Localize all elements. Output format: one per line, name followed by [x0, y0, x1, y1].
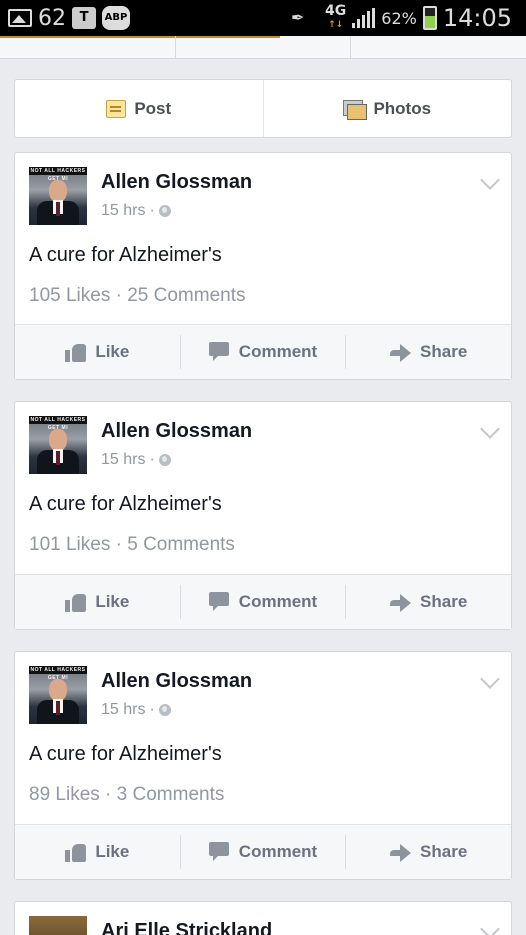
comment-icon [208, 342, 231, 362]
author-name[interactable]: Allen Glossman [101, 420, 252, 443]
avatar[interactable]: NOT ALL HACKERS GET MI [29, 416, 87, 474]
composer: Post Photos [14, 79, 512, 138]
post-actions: Like Comment Share [15, 824, 511, 879]
share-icon [390, 843, 412, 862]
network-4g-icon: 4G ↑↓ [325, 3, 347, 30]
post-meta: 15 hrs · [101, 451, 171, 469]
share-icon [390, 593, 412, 612]
author-name[interactable]: Ari Elle Strickland [101, 920, 272, 935]
share-button[interactable]: Share [346, 825, 511, 879]
comment-label: Comment [238, 342, 318, 361]
avatar[interactable] [29, 916, 87, 935]
comment-button[interactable]: Comment [181, 575, 346, 629]
tab-divider [175, 36, 176, 58]
signal-icon [352, 8, 376, 28]
chevron-down-icon[interactable] [480, 669, 500, 689]
comment-label: Comment [238, 592, 318, 611]
gallery-icon [8, 9, 32, 27]
status-note-icon [106, 99, 127, 118]
meta-separator: · [149, 451, 155, 468]
photos-icon [343, 99, 368, 120]
avatar[interactable]: NOT ALL HACKERS GET MI [29, 167, 87, 225]
share-label: Share [420, 842, 468, 861]
like-button[interactable]: Like [15, 575, 180, 629]
avatar-banner: NOT ALL HACKERS GET MI [29, 666, 87, 681]
post-meta: 15 hrs · [101, 202, 171, 220]
tab-indicator [0, 36, 280, 38]
like-icon [65, 342, 87, 362]
tab-bar-strip [0, 36, 526, 59]
post-time[interactable]: 15 hrs [101, 202, 145, 220]
battery-percent: 62% [381, 8, 417, 28]
battery-icon [422, 6, 437, 30]
post-actions: Like Comment Share [15, 324, 511, 379]
post-stats[interactable]: 101 Likes · 5 Comments [29, 534, 235, 556]
chevron-down-icon[interactable] [480, 419, 500, 439]
like-icon [65, 592, 87, 612]
like-label: Like [95, 592, 130, 611]
globe-icon [158, 205, 171, 217]
meta-separator: · [149, 202, 155, 219]
share-icon [390, 343, 412, 362]
comment-icon [208, 842, 231, 862]
comment-icon [208, 592, 231, 612]
post-actions: Like Comment Share [15, 574, 511, 629]
post-card: NOT ALL HACKERS GET MI Allen Glossman 15… [14, 401, 512, 630]
share-button[interactable]: Share [346, 325, 511, 379]
globe-icon [158, 704, 171, 716]
share-button[interactable]: Share [346, 575, 511, 629]
post-time[interactable]: 15 hrs [101, 451, 145, 469]
author-name[interactable]: Allen Glossman [101, 171, 252, 194]
comment-button[interactable]: Comment [181, 825, 346, 879]
post-time[interactable]: 15 hrs [101, 701, 145, 719]
post-stats[interactable]: 89 Likes · 3 Comments [29, 784, 224, 806]
post-meta: 15 hrs · [101, 701, 171, 719]
post-stats[interactable]: 105 Likes · 25 Comments [29, 285, 246, 307]
tab-divider [350, 36, 351, 58]
like-label: Like [95, 342, 130, 361]
post-button[interactable]: Post [15, 80, 263, 137]
mute-icon: ✒ [291, 8, 305, 27]
post-card: Ari Elle Strickland [14, 901, 512, 935]
globe-icon [158, 454, 171, 466]
bag-icon: T [72, 7, 96, 29]
meta-separator: · [149, 701, 155, 718]
notification-count: 62 [38, 5, 66, 31]
avatar-banner: NOT ALL HACKERS GET MI [29, 167, 87, 182]
post-text: A cure for Alzheimer's [29, 743, 222, 765]
adblock-icon: ABP [102, 6, 130, 30]
like-button[interactable]: Like [15, 825, 180, 879]
chevron-down-icon[interactable] [480, 919, 500, 935]
chevron-down-icon[interactable] [480, 170, 500, 190]
post-card: NOT ALL HACKERS GET MI Allen Glossman 15… [14, 651, 512, 880]
like-label: Like [95, 842, 130, 861]
comment-label: Comment [238, 842, 318, 861]
share-label: Share [420, 592, 468, 611]
photos-button[interactable]: Photos [264, 80, 512, 137]
post-button-label: Post [134, 98, 172, 118]
post-text: A cure for Alzheimer's [29, 493, 222, 515]
photos-button-label: Photos [373, 98, 432, 118]
author-name[interactable]: Allen Glossman [101, 670, 252, 693]
like-icon [65, 842, 87, 862]
comment-button[interactable]: Comment [181, 325, 346, 379]
avatar[interactable]: NOT ALL HACKERS GET MI [29, 666, 87, 724]
avatar-banner: NOT ALL HACKERS GET MI [29, 416, 87, 431]
clock: 14:05 [442, 4, 512, 32]
status-bar: 62 T ABP ✒ 4G ↑↓ 62% 14:05 [0, 0, 526, 36]
like-button[interactable]: Like [15, 325, 180, 379]
share-label: Share [420, 342, 468, 361]
post-text: A cure for Alzheimer's [29, 244, 222, 266]
post-card: NOT ALL HACKERS GET MI Allen Glossman 15… [14, 152, 512, 380]
